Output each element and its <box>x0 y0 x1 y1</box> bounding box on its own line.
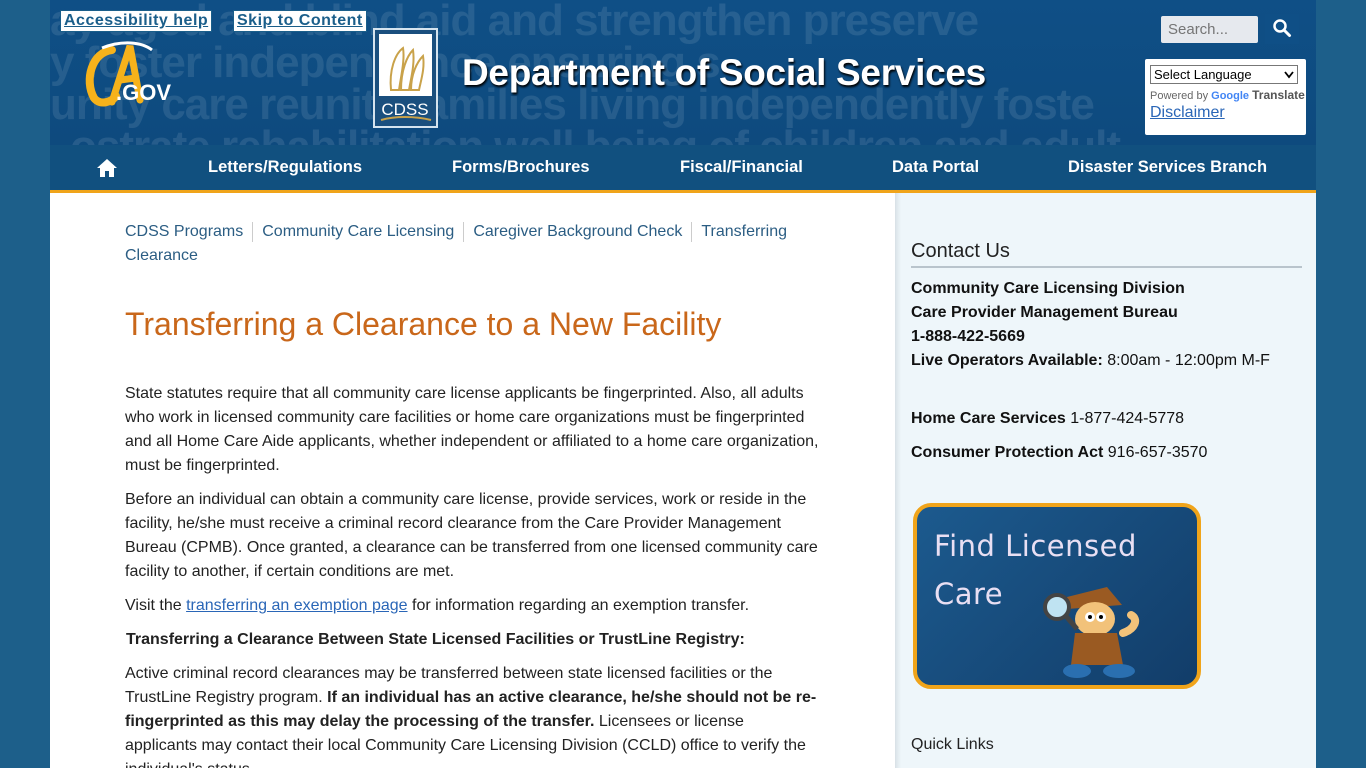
phone-number: 1-888-422-5669 <box>911 328 1025 345</box>
search-icon <box>1273 18 1291 37</box>
paragraph-exemption: Visit the transferring an exemption page… <box>125 594 820 618</box>
division-name: Community Care Licensing Division <box>911 280 1185 297</box>
find-licensed-care-banner[interactable]: Find Licensed Care <box>913 503 1201 689</box>
chevron-down-icon <box>1284 70 1294 78</box>
contact-bureau: Care Provider Management Bureau <box>911 304 1178 322</box>
exemption-text-suffix: for information regarding an exemption t… <box>407 597 750 614</box>
transferring-exemption-link[interactable]: transferring an exemption page <box>186 597 407 614</box>
breadcrumb-community-care-licensing[interactable]: Community Care Licensing <box>262 223 454 240</box>
paragraph-clearance: Before an individual can obtain a commun… <box>125 491 818 580</box>
breadcrumb: CDSS Programs Community Care Licensing Car… <box>125 220 825 268</box>
home-care-label: Home Care Services <box>911 410 1066 427</box>
department-title: Department of Social Services <box>462 52 986 93</box>
cagov-logo[interactable]: .GOV <box>82 40 182 110</box>
breadcrumb-caregiver-background-check[interactable]: Caregiver Background Check <box>473 223 682 240</box>
language-select-label: Select Language <box>1154 67 1252 82</box>
section-heading-transfer: Transferring a Clearance Between State L… <box>126 631 745 648</box>
consumer-protection-phone: 916-657-3570 <box>1103 444 1208 461</box>
nav-fiscal-financial[interactable]: Fiscal/Financial <box>680 145 803 190</box>
cagov-logo-icon: .GOV <box>85 41 171 107</box>
home-icon <box>97 159 117 177</box>
powered-by: Powered by Google Translate <box>1150 88 1305 102</box>
site-header: ay aged and blind aid and strengthen pre… <box>50 0 1316 145</box>
disclaimer-link[interactable]: Disclaimer <box>1150 104 1301 122</box>
search-input[interactable] <box>1161 16 1258 43</box>
google-translate-widget: Select Language Powered by Google Transl… <box>1145 59 1306 135</box>
contact-home-care: Home Care Services 1-877-424-5778 <box>911 410 1184 428</box>
breadcrumb-separator <box>252 221 254 242</box>
cdss-logo[interactable]: CDSS <box>373 28 438 128</box>
svg-text:.GOV: .GOV <box>116 80 171 105</box>
cdss-figures-icon: CDSS <box>379 34 432 121</box>
bureau-name: Care Provider Management Bureau <box>911 304 1178 321</box>
translate-label: Translate <box>1252 88 1305 102</box>
nav-disaster-services[interactable]: Disaster Services Branch <box>1068 145 1267 190</box>
main-content: State statutes require that all communit… <box>125 382 820 768</box>
nav-forms-brochures[interactable]: Forms/Brochures <box>452 145 590 190</box>
find-care-text: Care <box>934 577 1004 611</box>
page: ay aged and blind aid and strengthen pre… <box>50 0 1316 768</box>
search-button[interactable] <box>1265 14 1299 44</box>
paragraph-statutes: State statutes require that all communit… <box>125 385 819 474</box>
skip-to-content-link[interactable]: Skip to Content <box>233 10 367 32</box>
live-operators-hours: 8:00am - 12:00pm M-F <box>1102 352 1270 369</box>
contact-us-heading: Contact Us <box>911 240 1302 268</box>
breadcrumb-separator <box>691 221 693 242</box>
contact-phone: 1-888-422-5669 <box>911 328 1025 346</box>
contact-live-operators: Live Operators Available: 8:00am - 12:00… <box>911 352 1270 370</box>
nav-data-portal[interactable]: Data Portal <box>892 145 979 190</box>
live-operators-label: Live Operators Available: <box>911 352 1103 369</box>
main-nav: Letters/Regulations Forms/Brochures Fisc… <box>50 145 1316 193</box>
contact-division: Community Care Licensing Division <box>911 280 1185 298</box>
page-title: Transferring a Clearance to a New Facili… <box>125 306 722 342</box>
exemption-text-prefix: Visit the <box>125 597 187 614</box>
sidebar: Contact Us Community Care Licensing Divi… <box>895 193 1316 768</box>
contact-consumer-protection: Consumer Protection Act 916-657-3570 <box>911 444 1207 462</box>
detective-mascot-icon <box>1043 587 1140 678</box>
find-licensed-text: Find Licensed <box>934 529 1137 563</box>
breadcrumb-cdss-programs[interactable]: CDSS Programs <box>125 223 243 240</box>
accessibility-help-link[interactable]: Accessibility help <box>60 10 213 32</box>
nav-letters-regulations[interactable]: Letters/Regulations <box>208 145 362 190</box>
powered-by-label: Powered by <box>1150 90 1209 102</box>
home-care-phone: 1-877-424-5778 <box>1065 410 1185 427</box>
google-logo: Google <box>1211 90 1250 102</box>
consumer-protection-label: Consumer Protection Act <box>911 444 1104 461</box>
home-link[interactable] <box>96 145 118 190</box>
sidebar-shadow <box>895 193 901 768</box>
quick-links-heading: Quick Links <box>911 736 994 753</box>
paragraph-active-clearance: Active criminal record clearances may be… <box>125 662 820 768</box>
breadcrumb-separator <box>463 221 465 242</box>
language-select[interactable]: Select Language <box>1150 65 1298 84</box>
bg-phrase: ostrate rehabilitation well being of chi… <box>50 125 1316 146</box>
